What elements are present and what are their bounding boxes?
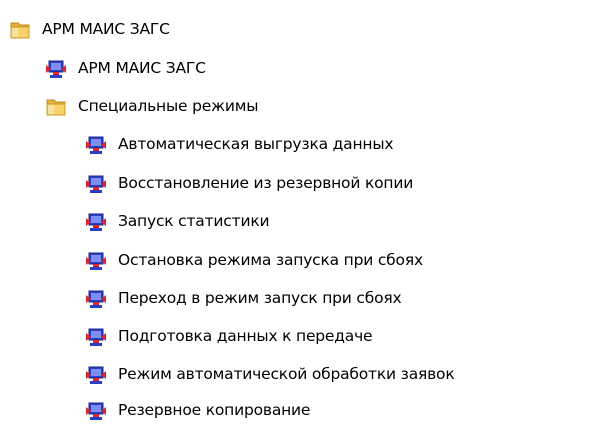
folder-icon	[8, 18, 32, 42]
shortcut-arm-mais-zags[interactable]: АРМ МАИС ЗАГС	[44, 53, 206, 85]
shortcut-label: Восстановление из резервной копии	[118, 174, 414, 193]
tree-folder-special-modes[interactable]: Специальные режимы	[44, 91, 258, 123]
app-shortcut-icon	[84, 325, 108, 349]
shortcut-restore-backup[interactable]: Восстановление из резервной копии	[84, 168, 413, 200]
shortcut-auto-export[interactable]: Автоматическая выгрузка данных	[84, 129, 394, 161]
app-shortcut-icon	[84, 133, 108, 157]
folder-icon	[44, 95, 68, 119]
shortcut-backup[interactable]: Резервное копирование	[84, 395, 310, 424]
shortcut-label: Переход в режим запуск при сбоях	[118, 289, 402, 308]
shortcut-label: АРМ МАИС ЗАГС	[78, 59, 206, 78]
app-shortcut-icon	[84, 363, 108, 387]
shortcut-run-statistics[interactable]: Запуск статистики	[84, 206, 270, 238]
app-shortcut-icon	[84, 287, 108, 311]
app-shortcut-icon	[84, 249, 108, 273]
shortcut-stop-failure-mode[interactable]: Остановка режима запуска при сбоях	[84, 245, 423, 277]
app-shortcut-icon	[84, 172, 108, 196]
shortcut-label: Подготовка данных к передаче	[118, 327, 373, 346]
shortcut-enter-failure-mode[interactable]: Переход в режим запуск при сбоях	[84, 283, 402, 315]
app-shortcut-icon	[84, 399, 108, 423]
app-shortcut-icon	[44, 57, 68, 81]
shortcut-label: Запуск статистики	[118, 212, 270, 231]
tree-folder-arm-mais-zags[interactable]: АРМ МАИС ЗАГС	[8, 14, 170, 46]
tree-folder-label: АРМ МАИС ЗАГС	[42, 20, 170, 39]
tree-folder-label: Специальные режимы	[78, 97, 259, 116]
shortcut-prepare-transfer[interactable]: Подготовка данных к передаче	[84, 321, 373, 353]
shortcut-label: Резервное копирование	[118, 401, 311, 420]
shortcut-label: Остановка режима запуска при сбоях	[118, 251, 423, 270]
app-shortcut-icon	[84, 210, 108, 234]
shortcut-label: Автоматическая выгрузка данных	[118, 135, 394, 154]
shortcut-label: Режим автоматической обработки заявок	[118, 365, 455, 384]
shortcut-auto-request-processing[interactable]: Режим автоматической обработки заявок	[84, 359, 455, 391]
start-menu-tree: АРМ МАИС ЗАГС АРМ МАИС ЗАГС Специальные …	[0, 0, 595, 424]
